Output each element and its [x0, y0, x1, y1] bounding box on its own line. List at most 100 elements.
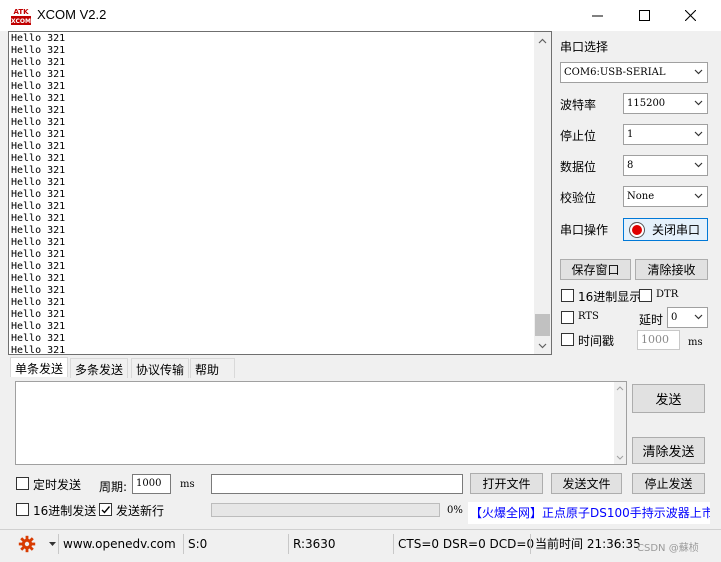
receive-line: Hello 321: [11, 189, 66, 200]
open-file-button[interactable]: 打开文件: [470, 473, 543, 494]
timestamp-ms-label: ms: [688, 337, 703, 348]
receive-scrollbar[interactable]: [534, 32, 551, 354]
delay-value: 0: [671, 312, 678, 323]
scroll-down-arrow[interactable]: [534, 337, 551, 354]
gear-icon: [18, 535, 36, 553]
chevron-down-icon: [694, 193, 703, 199]
hex-send-checkbox[interactable]: [16, 503, 29, 516]
delay-select[interactable]: 0: [667, 307, 708, 328]
maximize-button[interactable]: [621, 0, 667, 31]
timed-send-label: 定时发送: [33, 478, 82, 492]
receive-line: Hello 321: [11, 93, 66, 104]
close-icon: [684, 10, 696, 21]
receive-line: Hello 321: [11, 117, 66, 128]
maximize-icon: [638, 10, 650, 21]
promo-link[interactable]: 【火爆全网】正点原子DS100手持示波器上市: [468, 502, 710, 524]
watermark-text: CSDN @蘇桢: [637, 543, 699, 554]
receive-textbox[interactable]: Hello 321 Hello 321 Hello 321 Hello 321 Hell…: [8, 31, 552, 355]
window-title: XCOM V2.2: [37, 7, 107, 22]
clear-receive-button[interactable]: 清除接收: [635, 259, 708, 280]
tab-help[interactable]: 帮助: [190, 358, 235, 378]
settings-menu-button[interactable]: [18, 534, 58, 554]
close-button[interactable]: [667, 0, 713, 31]
chevron-down-icon: [616, 455, 624, 460]
period-unit-label: ms: [180, 479, 195, 490]
stop-send-button[interactable]: 停止发送: [632, 473, 705, 494]
baud-label: 波特率: [560, 98, 597, 112]
send-file-button[interactable]: 发送文件: [551, 473, 622, 494]
parity-select[interactable]: None: [623, 186, 708, 207]
tab-multi-send[interactable]: 多条发送: [70, 358, 129, 378]
tab-single-send[interactable]: 单条发送: [10, 357, 69, 377]
minimize-icon: [591, 15, 603, 17]
chevron-down-icon: [694, 100, 703, 106]
receive-line: Hello 321: [11, 249, 66, 260]
chevron-up-icon: [538, 38, 547, 43]
send-button[interactable]: 发送: [632, 384, 705, 413]
send-newline-label: 发送新行: [116, 504, 165, 518]
stop-bits-label: 停止位: [560, 129, 597, 143]
receive-line: Hello 321: [11, 333, 66, 344]
scroll-thumb[interactable]: [535, 314, 550, 336]
hex-display-checkbox[interactable]: [561, 289, 574, 302]
rts-checkbox[interactable]: [561, 311, 574, 324]
receive-line: Hello 321: [11, 69, 66, 80]
receive-line: Hello 321: [11, 105, 66, 116]
send-scrollbar[interactable]: [614, 382, 626, 464]
receive-line: Hello 321: [11, 153, 66, 164]
data-bits-select[interactable]: 8: [623, 155, 708, 176]
website-link[interactable]: www.openedv.com: [58, 534, 181, 554]
send-textbox[interactable]: [15, 381, 627, 465]
save-window-button[interactable]: 保存窗口: [560, 259, 631, 280]
delay-label: 延时: [639, 313, 664, 327]
scroll-up-arrow[interactable]: [534, 32, 551, 49]
file-path-input[interactable]: [211, 474, 463, 494]
svg-text:XCOM: XCOM: [11, 18, 31, 25]
chevron-down-icon: [694, 314, 703, 320]
chevron-down-icon: [694, 131, 703, 137]
clear-send-button[interactable]: 清除发送: [632, 437, 705, 464]
period-label: 周期:: [99, 480, 128, 494]
title-bar: ATK XCOM XCOM V2.2: [0, 0, 721, 31]
timestamp-checkbox[interactable]: [561, 333, 574, 346]
receive-line: Hello 321: [11, 237, 66, 248]
timestamp-interval-input[interactable]: 1000: [637, 330, 680, 350]
line-status: CTS=0 DSR=0 DCD=0: [393, 534, 534, 554]
send-newline-checkbox[interactable]: [99, 503, 112, 516]
tab-protocol[interactable]: 协议传输: [131, 358, 190, 378]
receive-text: Hello 321 Hello 321 Hello 321 Hello 321 Hell…: [11, 33, 533, 353]
receive-line: Hello 321: [11, 129, 66, 140]
chevron-down-icon: [694, 162, 703, 168]
port-select[interactable]: COM6:USB-SERIAL: [560, 62, 708, 83]
current-time: 当前时间 21:36:35: [530, 534, 641, 554]
chevron-down-icon: [694, 69, 703, 75]
receive-line: Hello 321: [11, 165, 66, 176]
baud-select[interactable]: 115200: [623, 93, 708, 114]
sent-count: S:0: [183, 534, 286, 554]
close-port-button[interactable]: 关闭串口: [623, 218, 708, 241]
dropdown-arrow-icon: [49, 541, 56, 546]
baud-value: 115200: [627, 98, 666, 109]
hex-display-label: 16进制显示: [578, 290, 642, 304]
progress-percent: 0%: [447, 505, 463, 516]
dtr-checkbox[interactable]: [639, 289, 652, 302]
chevron-up-icon: [616, 386, 624, 391]
receive-line: Hello 321: [11, 213, 66, 224]
period-input[interactable]: 1000: [132, 474, 171, 494]
hex-send-label: 16进制发送: [33, 504, 97, 518]
receive-line: Hello 321: [11, 345, 66, 353]
minimize-button[interactable]: [574, 0, 620, 31]
receive-line: Hello 321: [11, 141, 66, 152]
timestamp-label: 时间戳: [578, 334, 615, 348]
stop-bits-select[interactable]: 1: [623, 124, 708, 145]
timed-send-checkbox[interactable]: [16, 477, 29, 490]
receive-line: Hello 321: [11, 321, 66, 332]
receive-line: Hello 321: [11, 297, 66, 308]
xcom-logo-icon: ATK XCOM: [11, 8, 31, 25]
receive-line: Hello 321: [11, 201, 66, 212]
send-progress-bar: [211, 503, 440, 517]
receive-line: Hello 321: [11, 177, 66, 188]
received-count: R:3630: [288, 534, 392, 554]
port-operation-label: 串口操作: [560, 223, 609, 237]
svg-text:ATK: ATK: [13, 8, 29, 16]
